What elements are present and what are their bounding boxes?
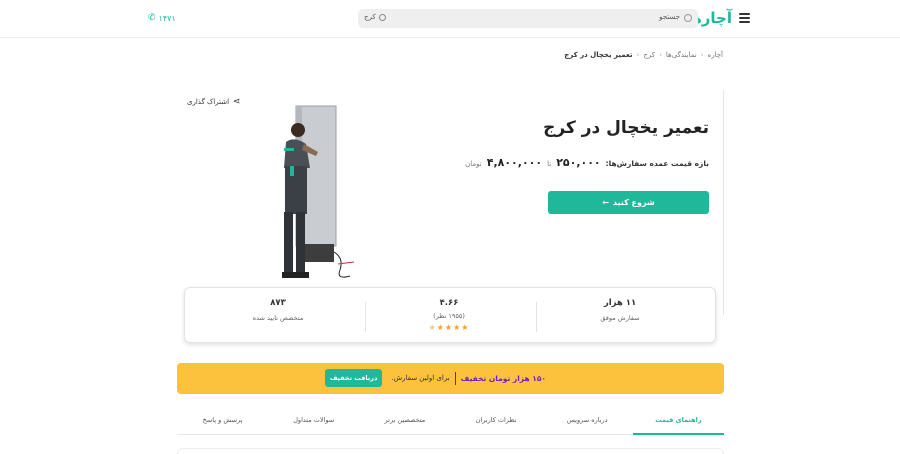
location-label: کرج (364, 13, 376, 21)
breadcrumb-item-home[interactable]: آچاره (708, 51, 723, 59)
tab-faq[interactable]: سوالات متداول (268, 406, 359, 434)
location-selector[interactable]: کرج (364, 13, 386, 21)
start-button-label: شروع کنید (612, 198, 655, 207)
breadcrumb-item-agencies[interactable]: نمایندگی‌ها (666, 51, 697, 59)
search-icon (684, 14, 692, 22)
rating-stars-icon: ★★★★★ (428, 323, 470, 332)
tab-q-and-a[interactable]: پرسش و پاسخ (177, 406, 268, 434)
price-range: بازه قیمت عمده سفارش‌ها: ۲۵۰,۰۰۰ تا ۴,۸۰… (465, 156, 709, 169)
site-logo[interactable]: آچاره (693, 9, 733, 27)
chevron-left-icon: ‹ (700, 51, 704, 59)
hero-divider (723, 90, 724, 315)
price-min: ۲۵۰,۰۰۰ (556, 156, 601, 169)
stat-rating-value: ۴.۶۶ (439, 298, 459, 308)
stat-divider (536, 302, 537, 332)
top-header: آچاره جستجو کرج ✆ ۱۴۷۱ (0, 0, 900, 38)
stat-orders: ۱۱ هزار سفارش موفق (535, 288, 705, 344)
tab-user-reviews[interactable]: نظرات کاربران (450, 406, 541, 434)
stats-card: ۱۱ هزار سفارش موفق ۴.۶۶ (۱۹۵۵ نظر) ★★★★★… (184, 287, 716, 343)
price-to: تا (547, 160, 552, 168)
stat-experts-label: متخصص تایید شده (252, 314, 304, 322)
phone-number: ۱۴۷۱ (158, 13, 176, 23)
get-discount-button[interactable]: دریافت تخفیف (324, 369, 383, 387)
page-title: تعمیر یخچال در کرج (543, 118, 709, 138)
promo-content: ۱۵۰ هزار تومان تخفیف برای اولین سفارش. د… (324, 369, 546, 387)
stat-orders-label: سفارش موفق (600, 314, 640, 322)
section-tabs: راهنمای قیمت درباره سرویس نظرات کاربران … (177, 406, 725, 435)
phone-icon: ✆ (148, 13, 156, 23)
breadcrumb: آچاره ‹ نمایندگی‌ها ‹ کرج ‹ تعمیر یخچال … (564, 51, 723, 59)
technician-fridge-illustration (282, 105, 355, 278)
stat-rating-count: (۱۹۵۵ نظر) (433, 312, 465, 320)
price-currency: تومان (465, 160, 482, 168)
search-input-placeholder[interactable]: جستجو (659, 13, 680, 21)
stat-rating: ۴.۶۶ (۱۹۵۵ نظر) ★★★★★ (364, 288, 534, 344)
share-label: اشتراک گذاری (187, 98, 230, 106)
promo-banner: ۱۵۰ هزار تومان تخفیف برای اولین سفارش. د… (177, 363, 724, 394)
breadcrumb-item-current: تعمیر یخچال در کرج (564, 51, 633, 59)
price-max: ۴,۸۰۰,۰۰۰ (486, 156, 543, 169)
promo-separator (454, 371, 456, 385)
start-button[interactable]: شروع کنید ← (548, 191, 709, 214)
tab-price-guide[interactable]: راهنمای قیمت (632, 406, 725, 435)
chevron-left-icon: ‹ (636, 51, 640, 59)
promo-highlight: ۱۵۰ هزار تومان تخفیف (460, 373, 546, 383)
arrow-left-icon: ← (602, 198, 609, 207)
price-range-label: بازه قیمت عمده سفارش‌ها: (605, 159, 709, 168)
content-card (177, 448, 724, 454)
stat-experts: ۸۷۳ متخصص تایید شده (193, 288, 363, 344)
support-phone[interactable]: ✆ ۱۴۷۱ (148, 13, 176, 23)
stat-orders-value: ۱۱ هزار (603, 298, 637, 308)
share-button[interactable]: اشتراک گذاری ⋖ (187, 97, 241, 107)
stat-experts-value: ۸۷۳ (270, 298, 286, 308)
tab-top-experts[interactable]: متخصصین برتر (359, 406, 450, 434)
share-icon: ⋖ (233, 97, 241, 107)
hamburger-menu-icon[interactable] (739, 13, 750, 23)
promo-text: برای اولین سفارش. (391, 374, 450, 382)
chevron-left-icon: ‹ (659, 51, 662, 59)
tab-about-service[interactable]: درباره سرویس (542, 406, 633, 434)
stat-divider (365, 302, 366, 332)
location-pin-icon (378, 13, 386, 21)
breadcrumb-item-city[interactable]: کرج (643, 51, 655, 59)
search-bar[interactable]: جستجو کرج (358, 9, 698, 28)
